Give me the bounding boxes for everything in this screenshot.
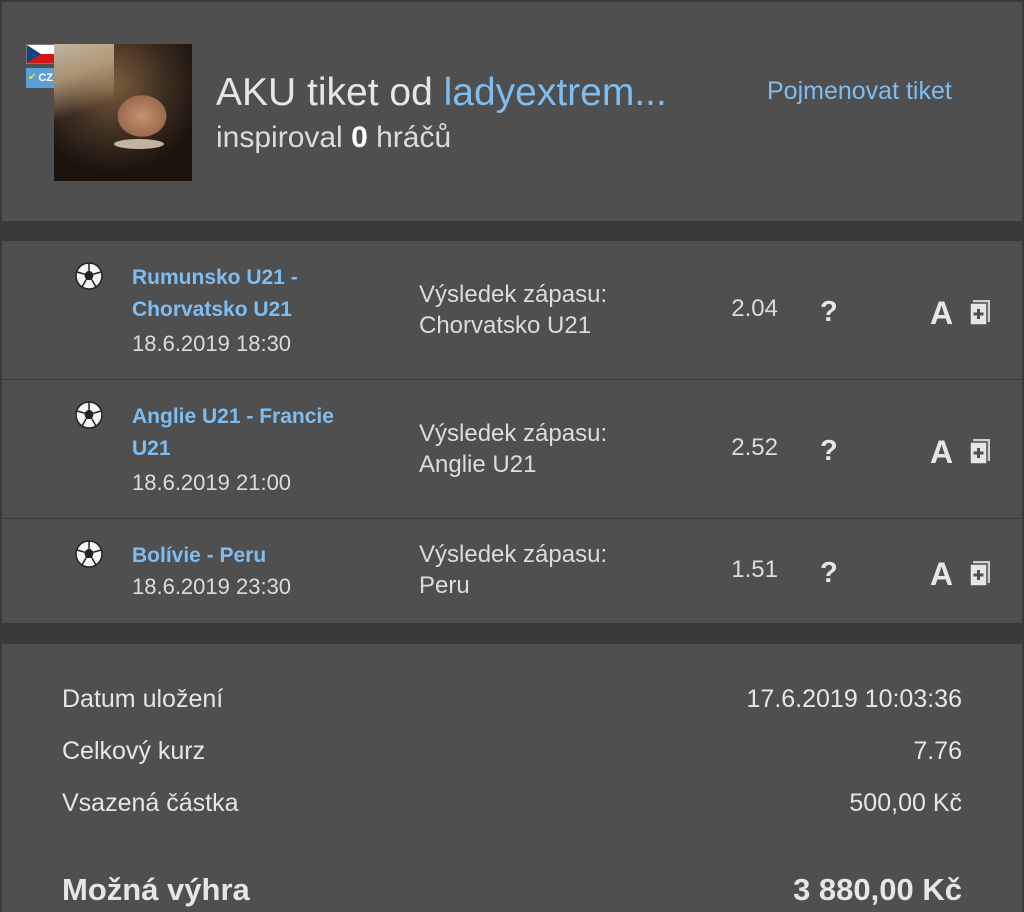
book-plus-icon[interactable] — [968, 299, 992, 325]
help-icon[interactable]: ? — [820, 556, 838, 590]
bet-odds: 2.52 — [731, 434, 778, 461]
ticket-header: CZ AKU tiket od ladyextrem... inspiroval… — [2, 0, 1022, 221]
rename-ticket-link[interactable]: Pojmenovat tiket — [767, 76, 952, 106]
stats-letter[interactable]: A — [930, 434, 953, 470]
match-date: 18.6.2019 18:30 — [132, 331, 292, 356]
market-pick: Peru — [419, 572, 470, 599]
help-icon[interactable]: ? — [820, 295, 838, 329]
total-odds-value: 7.76 — [913, 737, 962, 765]
potential-win-value: 3 880,00 Kč — [793, 872, 962, 907]
market-type: Výsledek zápasu: — [419, 541, 608, 568]
bet-row: Bolívie - Peru 18.6.2019 23:30 Výsledek … — [2, 519, 1022, 623]
stats-letter[interactable]: A — [930, 295, 953, 331]
bets-list: Rumunsko U21 - Chorvatsko U21 18.6.2019 1… — [2, 241, 1022, 623]
match-name-link[interactable]: Bolívie - Peru — [132, 540, 372, 572]
market: Výsledek zápasu: Anglie U21 — [419, 418, 679, 480]
bet-odds: 1.51 — [731, 556, 778, 583]
stats-letter[interactable]: A — [930, 556, 953, 592]
match-name-link[interactable]: Anglie U21 - Francie U21 — [132, 401, 372, 465]
book-plus-icon[interactable] — [968, 438, 992, 464]
match-date: 18.6.2019 21:00 — [132, 470, 292, 495]
market: Výsledek zápasu: Chorvatsko U21 — [419, 279, 679, 341]
bet-row: Anglie U21 - Francie U21 18.6.2019 21:00 … — [2, 380, 1022, 519]
inspired-text: inspiroval 0 hráčů — [216, 120, 451, 156]
market-type: Výsledek zápasu: — [419, 281, 608, 308]
market: Výsledek zápasu: Peru — [419, 539, 679, 601]
bet-odds: 2.04 — [731, 295, 778, 322]
country-badge: CZ — [26, 68, 56, 88]
market-pick: Chorvatsko U21 — [419, 312, 592, 339]
inspired-count: 0 — [351, 121, 368, 154]
market-type: Výsledek zápasu: — [419, 420, 608, 447]
match-line: Chorvatsko U21 — [132, 298, 292, 321]
total-odds-label: Celkový kurz — [62, 737, 206, 765]
title-prefix: AKU tiket od — [216, 71, 444, 114]
match-date: 18.6.2019 23:30 — [132, 574, 292, 599]
stake-label: Vsazená částka — [62, 789, 239, 817]
help-icon[interactable]: ? — [820, 434, 838, 468]
match-line: U21 — [132, 437, 171, 460]
soccer-ball-icon — [75, 262, 103, 290]
match-name-link[interactable]: Rumunsko U21 - Chorvatsko U21 — [132, 262, 372, 326]
book-plus-icon[interactable] — [968, 560, 992, 586]
match-line: Rumunsko U21 - — [132, 266, 298, 289]
potential-win-label: Možná výhra — [62, 872, 250, 907]
soccer-ball-icon — [75, 401, 103, 429]
saved-date-label: Datum uložení — [62, 685, 224, 713]
ticket-summary: Datum uložení 17.6.2019 10:03:36 Celkový… — [2, 644, 1022, 912]
soccer-ball-icon — [75, 540, 103, 568]
bet-row: Rumunsko U21 - Chorvatsko U21 18.6.2019 1… — [2, 241, 1022, 380]
ticket-title: AKU tiket od ladyextrem... — [216, 70, 667, 116]
match-line: Anglie U21 - Francie — [132, 405, 334, 428]
author-link[interactable]: ladyextrem... — [444, 71, 667, 114]
stake-value: 500,00 Kč — [849, 789, 962, 817]
match-line: Bolívie - Peru — [132, 544, 267, 567]
saved-date-value: 17.6.2019 10:03:36 — [746, 685, 962, 713]
czech-flag-icon — [26, 44, 56, 64]
market-pick: Anglie U21 — [419, 451, 537, 478]
avatar[interactable] — [54, 44, 192, 181]
inspired-suffix: hráčů — [367, 121, 452, 154]
inspired-prefix: inspiroval — [216, 121, 352, 154]
